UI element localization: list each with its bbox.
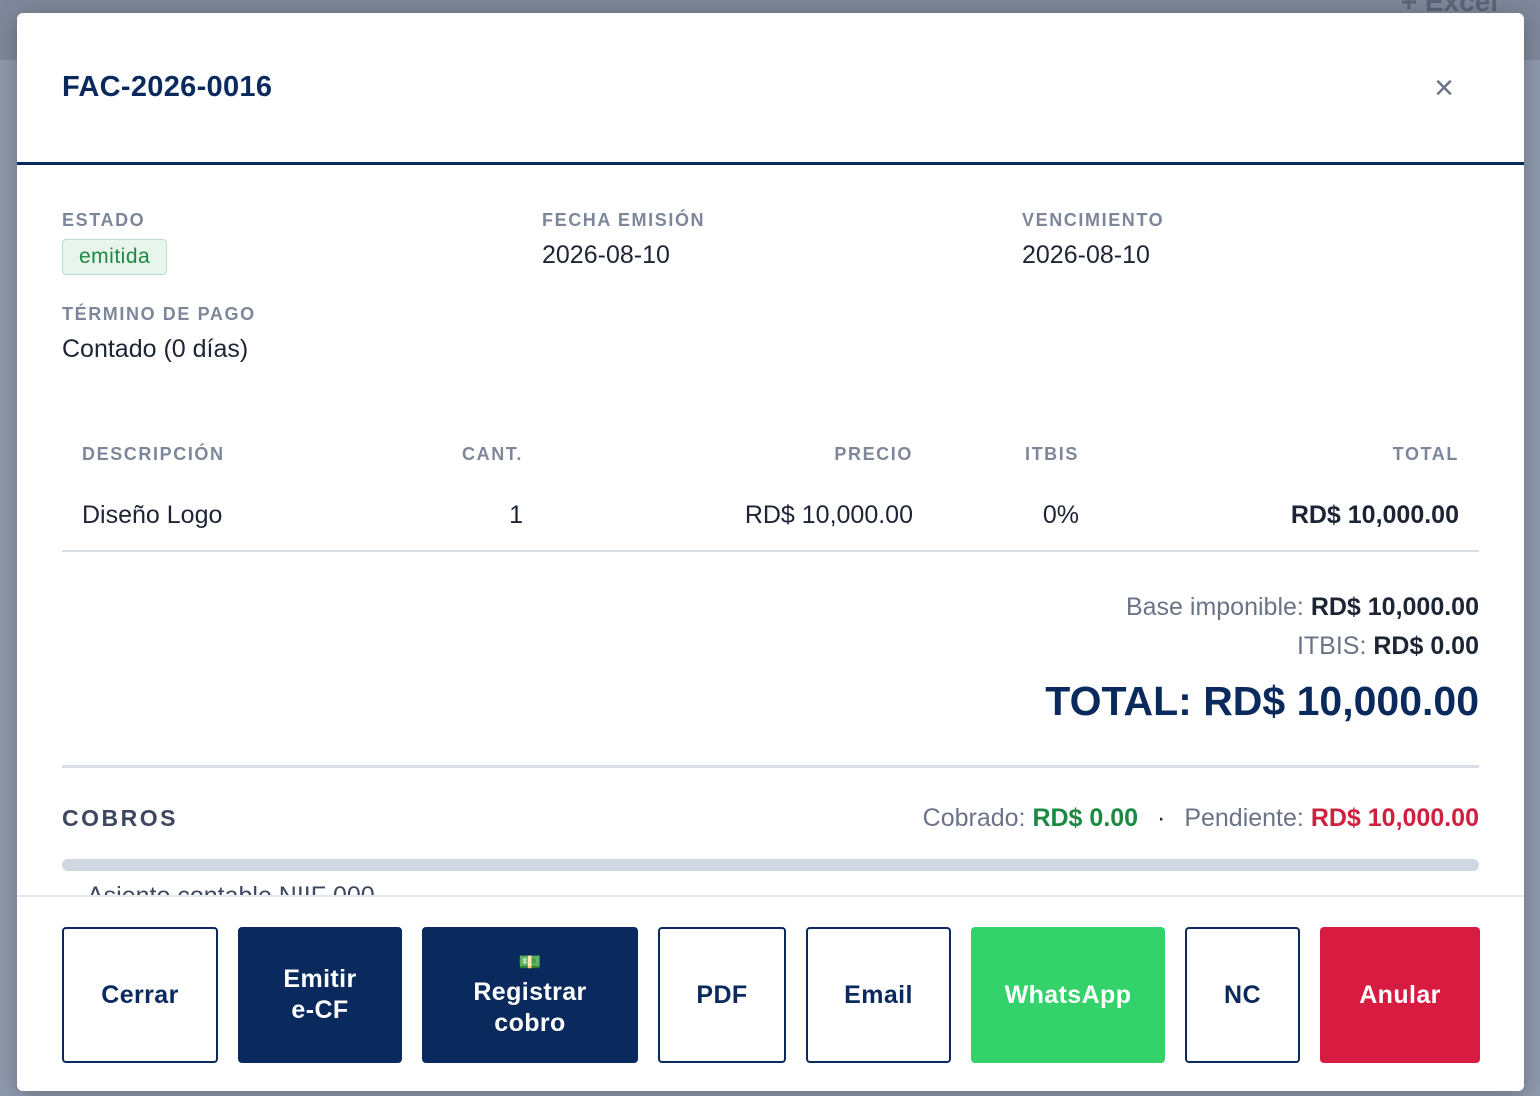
whatsapp-button[interactable]: WhatsApp — [971, 927, 1165, 1063]
money-icon: 💵 — [518, 952, 542, 972]
base-imponible-label: Base imponible: — [1125, 593, 1304, 621]
cobros-summary: Cobrado: RD$ 0.00 · Pendiente: RD$ 10,00… — [923, 804, 1479, 833]
items-table: DESCRIPCIÓN CANT. PRECIO ITBIS TOTAL Dis… — [62, 432, 1479, 552]
grand-total-value: RD$ 10,000.00 — [1203, 678, 1479, 724]
item-itbis: 0% — [933, 485, 1099, 552]
itbis-label: ITBIS: — [1296, 632, 1367, 660]
item-cantidad: 1 — [442, 485, 543, 552]
pdf-label: PDF — [696, 980, 748, 1009]
termino-pago-block: TÉRMINO DE PAGO Contado (0 días) — [62, 304, 542, 398]
invoice-meta: ESTADO emitida FECHA EMISIÓN 2026-08-10 … — [62, 210, 1479, 398]
registrar-label-line1: Registrar — [473, 978, 587, 1006]
emitir-ecf-button[interactable]: Emitir e-CF — [238, 927, 402, 1063]
cerrar-button[interactable]: Cerrar — [62, 927, 218, 1063]
emitir-label-line1: Emitir — [283, 965, 357, 993]
registrar-label-line2: cobro — [494, 1009, 566, 1037]
totals-block: Base imponible: RD$ 10,000.00 ITBIS: RD$… — [62, 588, 1479, 725]
item-precio: RD$ 10,000.00 — [543, 485, 933, 552]
cobrado-value: RD$ 0.00 — [1032, 804, 1139, 832]
cerrar-label: Cerrar — [101, 980, 179, 1009]
fecha-emision-label: FECHA EMISIÓN — [542, 210, 706, 230]
col-itbis: ITBIS — [1024, 444, 1079, 464]
item-total: RD$ 10,000.00 — [1099, 485, 1479, 552]
nc-label: NC — [1224, 980, 1261, 1009]
cobros-header: COBROS Cobrado: RD$ 0.00 · Pendiente: RD… — [62, 804, 1479, 833]
pendiente-value: RD$ 10,000.00 — [1310, 804, 1479, 832]
anular-label: Anular — [1359, 980, 1441, 1009]
fecha-emision-value: 2026-08-10 — [542, 241, 670, 269]
invoice-number-title: FAC-2026-0016 — [62, 71, 273, 103]
vencimiento-value: 2026-08-10 — [1022, 241, 1150, 269]
vencimiento-label: VENCIMIENTO — [1022, 210, 1165, 230]
registrar-cobro-button[interactable]: 💵 Registrar cobro — [422, 927, 638, 1063]
item-descripcion: Diseño Logo — [62, 485, 442, 552]
grand-total: TOTAL: RD$ 10,000.00 — [62, 678, 1479, 725]
col-precio: PRECIO — [834, 444, 913, 464]
nota-credito-button[interactable]: NC — [1185, 927, 1300, 1063]
modal-header: FAC-2026-0016 × — [17, 13, 1524, 165]
col-total: TOTAL — [1392, 444, 1459, 464]
whatsapp-label: WhatsApp — [1004, 980, 1132, 1009]
invoice-modal: FAC-2026-0016 × ESTADO emitida FECHA EMI… — [17, 13, 1524, 1091]
grand-total-label: TOTAL: — [1045, 678, 1192, 724]
pendiente-label: Pendiente: — [1184, 804, 1304, 832]
items-header-row: DESCRIPCIÓN CANT. PRECIO ITBIS TOTAL — [62, 432, 1479, 485]
table-row: Diseño Logo 1 RD$ 10,000.00 0% RD$ 10,00… — [62, 485, 1479, 552]
termino-pago-label: TÉRMINO DE PAGO — [62, 304, 256, 324]
base-imponible-line: Base imponible: RD$ 10,000.00 — [62, 588, 1479, 627]
modal-body: ESTADO emitida FECHA EMISIÓN 2026-08-10 … — [17, 210, 1524, 871]
vencimiento-block: VENCIMIENTO 2026-08-10 — [1022, 210, 1482, 304]
email-label: Email — [844, 980, 913, 1009]
cobros-progress-bar — [62, 859, 1479, 871]
cobrado-label: Cobrado: — [922, 804, 1026, 832]
section-divider — [62, 765, 1479, 768]
col-descripcion: DESCRIPCIÓN — [82, 444, 225, 464]
anular-button[interactable]: Anular — [1320, 927, 1480, 1063]
estado-label: ESTADO — [62, 210, 146, 230]
status-badge: emitida — [62, 239, 168, 275]
estado-block: ESTADO emitida — [62, 210, 542, 304]
col-cantidad: CANT. — [462, 444, 523, 464]
email-button[interactable]: Email — [806, 927, 951, 1063]
termino-pago-value: Contado (0 días) — [62, 335, 249, 363]
fecha-emision-block: FECHA EMISIÓN 2026-08-10 — [542, 210, 1022, 304]
close-icon[interactable]: × — [1424, 68, 1464, 108]
cobros-title: COBROS — [62, 805, 178, 831]
modal-footer: Cerrar Emitir e-CF 💵 Registrar cobro PDF… — [17, 895, 1524, 1091]
emitir-label-line2: e-CF — [291, 996, 349, 1024]
itbis-value: RD$ 0.00 — [1373, 632, 1479, 660]
pdf-button[interactable]: PDF — [658, 927, 786, 1063]
summary-separator: · — [1157, 804, 1166, 832]
base-imponible-value: RD$ 10,000.00 — [1310, 593, 1479, 621]
itbis-line: ITBIS: RD$ 0.00 — [62, 627, 1479, 666]
